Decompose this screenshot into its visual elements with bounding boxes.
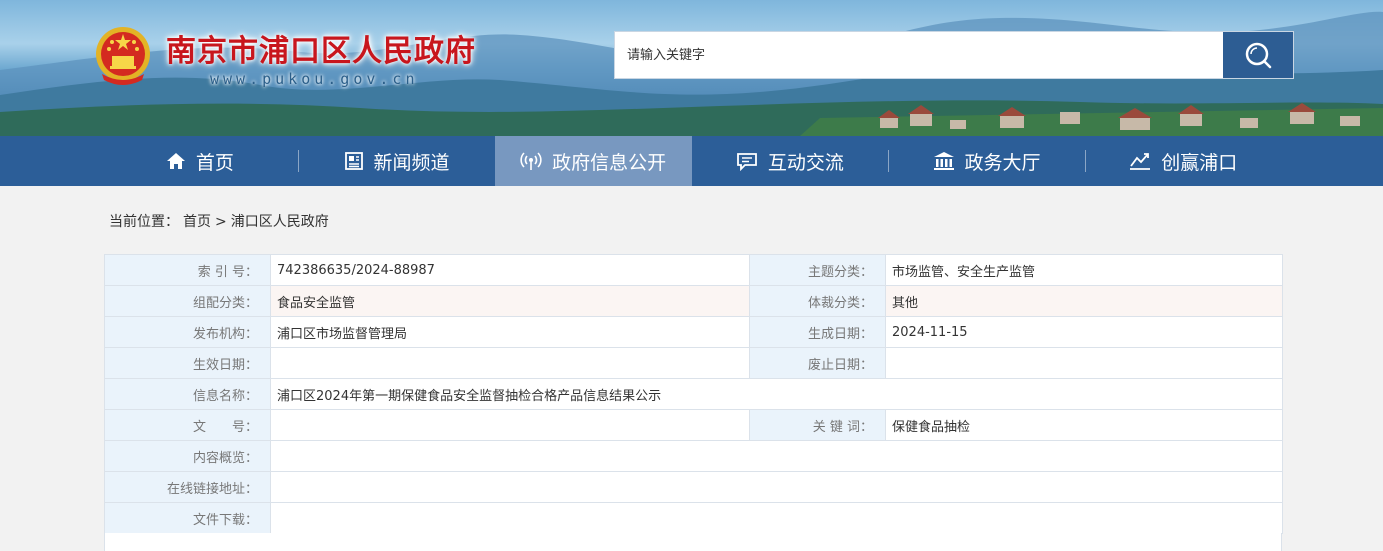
nav-item-label: 互动交流 [767, 151, 844, 174]
group-category-value: 食品安全监管 [270, 285, 750, 317]
file-download-label: 文件下载： [104, 502, 271, 534]
online-link-value [270, 471, 1283, 503]
breadcrumb-separator: > [215, 214, 227, 230]
info-title-value: 浦口区2024年第一期保健食品安全监督抽检合格产品信息结果公示 [270, 378, 1283, 410]
file-download-value [270, 502, 1283, 534]
broadcast-icon [520, 152, 542, 170]
table-row: 内容概览： [104, 440, 1283, 472]
site-title[interactable]: 南京市浦口区人民政府 [166, 26, 476, 70]
nav-item-news[interactable]: 新闻频道 [298, 136, 495, 186]
site-domain: www.pukou.gov.cn [210, 70, 419, 88]
table-row: 组配分类： 食品安全监管 体裁分类： 其他 [104, 285, 1283, 317]
nav-item-home[interactable]: 首页 [102, 136, 299, 186]
search-box [614, 31, 1294, 79]
table-row: 文 号： 关 键 词： 保健食品抽检 [104, 409, 1283, 441]
newspaper-icon [344, 152, 363, 170]
publisher-label: 发布机构： [104, 316, 271, 348]
genre-category-label: 体裁分类： [749, 285, 886, 317]
nav-item-business[interactable]: 创赢浦口 [1084, 136, 1282, 186]
nav-item-gov-info[interactable]: 政府信息公开 [494, 136, 692, 186]
created-date-value: 2024-11-15 [885, 316, 1283, 348]
abolished-date-label: 废止日期： [749, 347, 886, 379]
created-date-label: 生成日期： [749, 316, 886, 348]
group-category-label: 组配分类： [104, 285, 271, 317]
keywords-label: 关 键 词： [749, 409, 886, 441]
search-icon [1245, 42, 1272, 69]
content-summary-label: 内容概览： [104, 440, 271, 472]
nav-item-label: 政府信息公开 [552, 151, 667, 174]
document-number-value [270, 409, 750, 441]
index-number-label: 索 引 号： [104, 254, 271, 286]
nav-item-interaction[interactable]: 互动交流 [692, 136, 889, 186]
breadcrumb-current-link[interactable]: 浦口区人民政府 [231, 214, 329, 230]
publisher-value: 浦口区市场监督管理局 [270, 316, 750, 348]
building-icon [933, 152, 954, 170]
nav-item-label: 首页 [195, 151, 234, 174]
national-emblem-icon [96, 27, 150, 85]
breadcrumb: 当前位置： 首页 > 浦口区人民政府 [109, 211, 333, 231]
nav-item-label: 创赢浦口 [1161, 151, 1238, 174]
keywords-value: 保健食品抽检 [885, 409, 1283, 441]
effective-date-label: 生效日期： [104, 347, 271, 379]
online-link-label: 在线链接地址： [104, 471, 271, 503]
header-banner: 南京市浦口区人民政府 www.pukou.gov.cn [0, 0, 1383, 136]
topic-category-label: 主题分类： [749, 254, 886, 286]
table-row: 文件下载： [104, 502, 1283, 534]
nav-item-label: 政务大厅 [964, 151, 1041, 174]
trend-icon [1130, 153, 1151, 170]
search-input[interactable] [615, 32, 1223, 78]
nav-item-service-hall[interactable]: 政务大厅 [888, 136, 1085, 186]
breadcrumb-home-link[interactable]: 首页 [183, 214, 211, 230]
content-summary-value [270, 440, 1283, 472]
breadcrumb-prefix: 当前位置： [109, 214, 179, 230]
chat-icon [736, 153, 757, 171]
document-number-label: 文 号： [104, 409, 271, 441]
table-row: 信息名称： 浦口区2024年第一期保健食品安全监督抽检合格产品信息结果公示 [104, 378, 1283, 410]
search-button[interactable] [1223, 32, 1293, 78]
table-row: 索 引 号： 742386635/2024-88987 主题分类： 市场监管、安… [104, 254, 1283, 286]
table-row: 发布机构： 浦口区市场监督管理局 生成日期： 2024-11-15 [104, 316, 1283, 348]
info-metadata-table: 索 引 号： 742386635/2024-88987 主题分类： 市场监管、安… [104, 254, 1283, 534]
genre-category-value: 其他 [885, 285, 1283, 317]
home-icon [166, 153, 185, 169]
nav-item-label: 新闻频道 [373, 151, 450, 174]
effective-date-value [270, 347, 750, 379]
content-area [104, 533, 1282, 551]
abolished-date-value [885, 347, 1283, 379]
index-number-value: 742386635/2024-88987 [270, 254, 750, 286]
main-nav: 首页 新闻频道 政府信息公开 互动交流 政务大厅 创赢浦口 [0, 136, 1383, 186]
table-row: 在线链接地址： [104, 471, 1283, 503]
topic-category-value: 市场监管、安全生产监管 [885, 254, 1283, 286]
info-title-label: 信息名称： [104, 378, 271, 410]
table-row: 生效日期： 废止日期： [104, 347, 1283, 379]
